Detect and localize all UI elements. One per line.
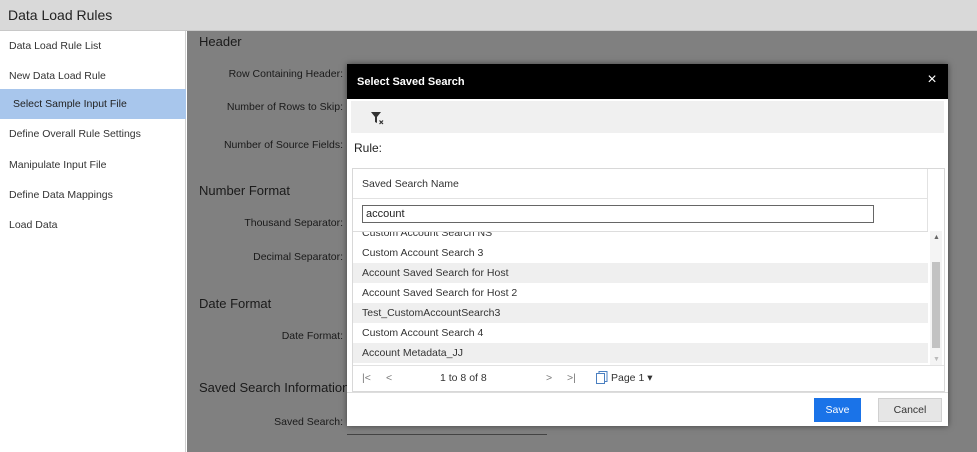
sidebar-item-manipulate-input-file[interactable]: Manipulate Input File [0,150,186,180]
sidebar-item-new-data-load-rule[interactable]: New Data Load Rule [0,61,186,91]
page-icon [596,371,608,384]
column-header-saved-search-name[interactable]: Saved Search Name [362,178,459,190]
table-row[interactable]: Account Saved Search for Host [353,263,928,283]
sidebar-item-select-sample-input-file[interactable]: Select Sample Input File [0,89,186,119]
scrollbar-thumb[interactable] [932,262,940,348]
saved-search-label: Saved Search: [274,416,343,428]
grid-header: Saved Search Name [353,169,928,199]
date-format-section-title: Date Format [199,296,272,311]
grid-pager: |< < 1 to 8 of 8 > >| Page 1 ▾ [353,365,944,391]
table-row[interactable]: Custom Account Search 4 [353,323,928,343]
row-containing-header-label: Row Containing Header: [228,68,343,80]
first-page-button[interactable]: |< [362,372,371,384]
table-row[interactable]: Custom Account Search 3 [353,243,928,263]
dialog-header: Select Saved Search × [347,64,948,99]
scroll-down-arrow-icon[interactable]: ▼ [933,356,940,363]
table-row[interactable]: Account Metadata_JJ [353,343,928,363]
thousand-separator-label: Thousand Separator: [244,217,343,229]
header-section-title: Header [199,34,242,49]
number-format-section-title: Number Format [199,183,291,198]
dialog-title: Select Saved Search [357,76,465,88]
clear-filter-icon[interactable] [370,111,384,125]
dialog-toolbar [351,101,944,133]
sidebar-item-load-data[interactable]: Load Data [0,210,186,240]
saved-search-section-title: Saved Search Information [199,380,350,395]
table-row[interactable]: Custom Account Search NS [353,232,928,243]
source-fields-label: Number of Source Fields: [223,139,343,151]
rows-to-skip-label: Number of Rows to Skip: [226,101,343,113]
table-row[interactable]: Test_CustomAccountSearch3 [353,303,928,323]
table-row[interactable]: Account Saved Search for Host 2 [353,283,928,303]
last-page-button[interactable]: >| [567,372,576,384]
grid-vertical-scrollbar[interactable]: ▲ ▼ [930,231,942,365]
sidebar: Data Load Rule List New Data Load Rule S… [0,31,186,452]
saved-search-filter-input[interactable] [362,205,874,223]
grid-rows: Custom Account Search NS Custom Account … [353,231,928,365]
sidebar-item-data-load-rule-list[interactable]: Data Load Rule List [0,31,186,61]
page-select-dropdown[interactable]: Page 1 ▾ [611,372,652,384]
dialog-footer-divider [347,392,948,393]
previous-page-button[interactable]: < [386,372,392,384]
saved-search-grid: Saved Search Name Custom Account Search … [352,168,945,392]
decimal-separator-label: Decimal Separator: [253,251,343,263]
close-icon[interactable]: × [925,71,939,89]
sidebar-item-define-overall-rule-settings[interactable]: Define Overall Rule Settings [0,119,186,149]
cancel-button[interactable]: Cancel [878,398,942,422]
save-button[interactable]: Save [814,398,861,422]
next-page-button[interactable]: > [546,372,552,384]
date-format-label: Date Format: [281,330,343,342]
app-title: Data Load Rules [8,7,113,23]
app-header: Data Load Rules [0,0,977,31]
pager-info: 1 to 8 of 8 [440,372,487,384]
scroll-up-arrow-icon[interactable]: ▲ [933,234,940,241]
sidebar-item-define-data-mappings[interactable]: Define Data Mappings [0,180,186,210]
grid-filter-row [353,199,928,231]
saved-search-input[interactable] [347,434,547,435]
rule-label: Rule: [354,141,383,155]
select-saved-search-dialog: Select Saved Search × Rule: Saved Search… [347,64,948,426]
